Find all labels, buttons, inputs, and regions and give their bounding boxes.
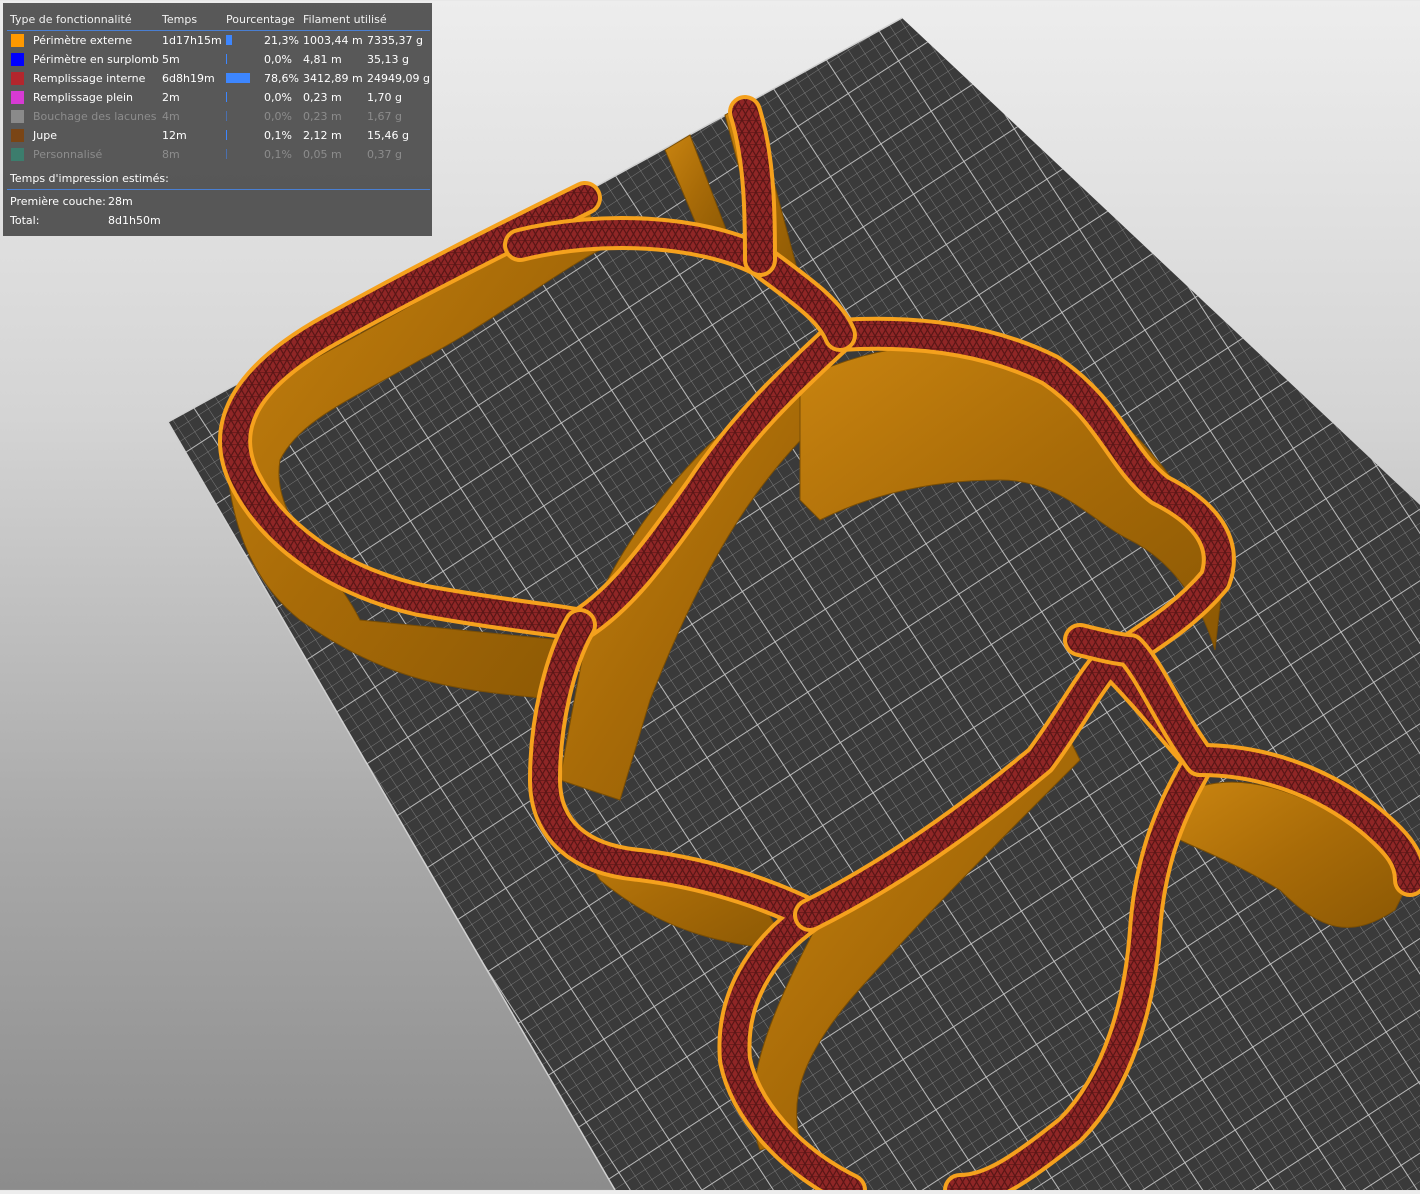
total-label: Total: [10,214,40,227]
feature-weight: 15,46 g [367,129,409,142]
feature-time: 1d17h15m [162,34,222,47]
feature-weight: 0,37 g [367,148,402,161]
feature-color-swatch [11,110,24,123]
feature-length: 0,05 m [303,148,342,161]
feature-color-swatch [11,91,24,104]
percentage-bar [226,73,250,83]
feature-time: 4m [162,110,180,123]
feature-legend-panel: Type de fonctionnalité Temps Pourcentage… [3,3,432,236]
feature-color-swatch [11,129,24,142]
header-filament-used: Filament utilisé [303,13,387,26]
feature-weight: 24949,09 g [367,72,430,85]
legend-row[interactable]: Bouchage des lacunes 4m 0,0% 0,23 m 1,67 g [3,108,432,127]
feature-color-swatch [11,148,24,161]
feature-color-swatch [11,72,24,85]
estimated-underline [7,189,430,190]
feature-weight: 35,13 g [367,53,409,66]
feature-name: Remplissage interne [33,72,146,85]
feature-time: 5m [162,53,180,66]
feature-percentage: 0,0% [264,53,292,66]
percentage-bar [226,92,227,102]
feature-percentage: 0,0% [264,91,292,104]
feature-percentage: 21,3% [264,34,299,47]
feature-time: 8m [162,148,180,161]
feature-length: 0,23 m [303,91,342,104]
feature-time: 6d8h19m [162,72,215,85]
feature-name: Jupe [33,129,57,142]
feature-length: 4,81 m [303,53,342,66]
legend-row[interactable]: Périmètre en surplomb 5m 0,0% 4,81 m 35,13 g [3,51,432,70]
legend-row[interactable]: Remplissage plein 2m 0,0% 0,23 m 1,70 g [3,89,432,108]
feature-name: Remplissage plein [33,91,134,104]
total-value: 8d1h50m [108,214,161,227]
percentage-bar [226,35,232,45]
feature-weight: 7335,37 g [367,34,423,47]
header-feature-type: Type de fonctionnalité [10,13,132,26]
feature-weight: 1,67 g [367,110,402,123]
feature-percentage: 78,6% [264,72,299,85]
legend-row[interactable]: Périmètre externe 1d17h15m 21,3% 1003,44 m 7… [3,32,432,51]
legend-row[interactable]: Personnalisé 8m 0,1% 0,05 m 0,37 g [3,146,432,165]
feature-color-swatch [11,53,24,66]
header-time: Temps [162,13,198,26]
feature-length: 0,23 m [303,110,342,123]
feature-weight: 1,70 g [367,91,402,104]
feature-name: Périmètre externe [33,34,133,47]
percentage-bar [226,149,227,159]
feature-percentage: 0,1% [264,129,292,142]
first-layer-label: Première couche: [10,195,106,208]
feature-name: Personnalisé [33,148,103,161]
feature-name: Périmètre en surplomb [33,53,159,66]
header-underline [7,30,430,31]
first-layer-value: 28m [108,195,133,208]
percentage-bar [226,111,227,121]
feature-length: 1003,44 m [303,34,363,47]
feature-color-swatch [11,34,24,47]
feature-time: 2m [162,91,180,104]
header-percentage: Pourcentage [226,13,295,26]
feature-length: 2,12 m [303,129,342,142]
feature-name: Bouchage des lacunes [33,110,157,123]
legend-row[interactable]: Jupe 12m 0,1% 2,12 m 15,46 g [3,127,432,146]
percentage-bar [226,130,227,140]
legend-row[interactable]: Remplissage interne 6d8h19m 78,6% 3412,89 m… [3,70,432,89]
feature-percentage: 0,0% [264,110,292,123]
estimated-time-title: Temps d'impression estimés: [10,172,169,185]
percentage-bar [226,54,227,64]
feature-time: 12m [162,129,187,142]
feature-percentage: 0,1% [264,148,292,161]
feature-length: 3412,89 m [303,72,363,85]
